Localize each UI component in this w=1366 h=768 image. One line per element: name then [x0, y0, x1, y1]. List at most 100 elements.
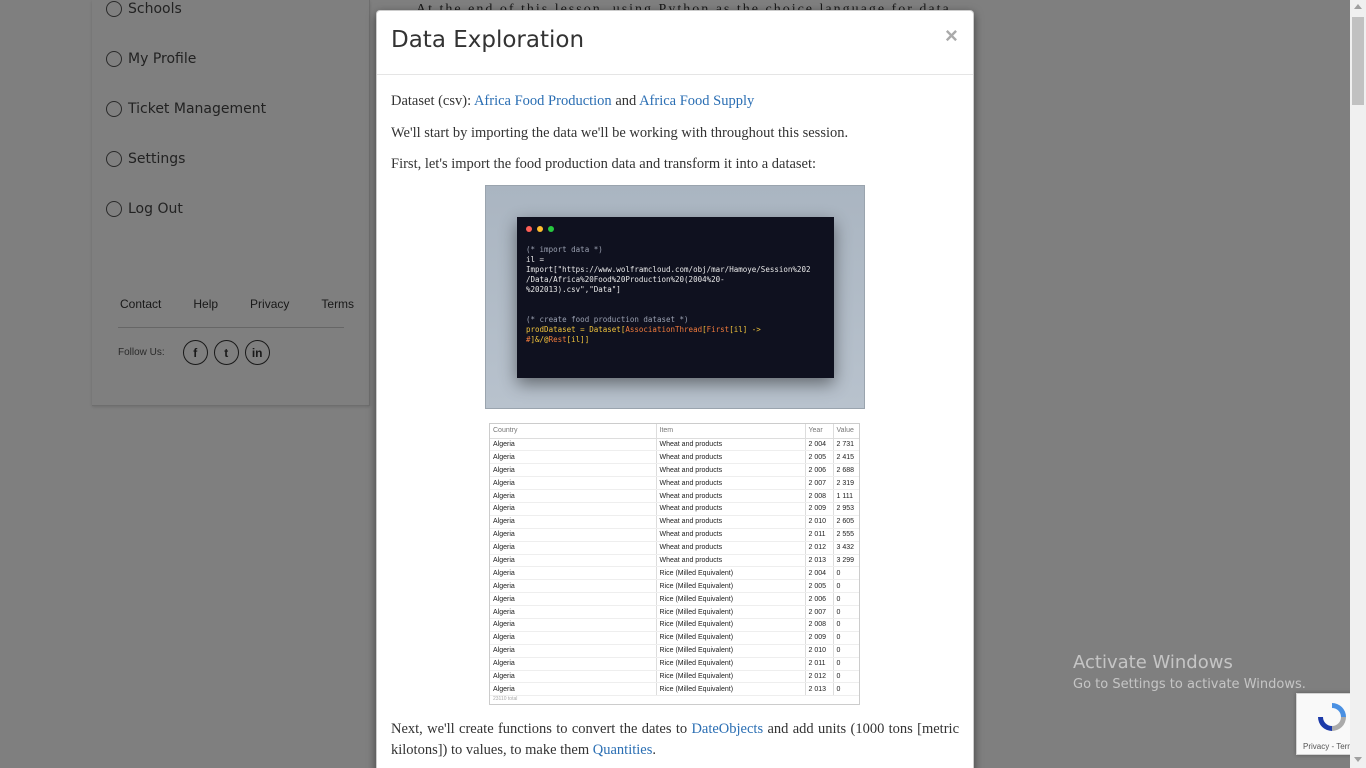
cell-value: 3 432 — [833, 541, 859, 555]
modal-title: Data Exploration — [391, 27, 585, 53]
cell-value: 0 — [833, 631, 859, 645]
cell-item: Rice (Milled Equivalent) — [656, 605, 806, 619]
cell-year: 2 007 — [805, 605, 834, 619]
cell-year: 2 004 — [805, 438, 834, 452]
table-row: Algeria Wheat and products 2 012 3 432 — [490, 541, 859, 555]
table-row: Algeria Wheat and products 2 011 2 555 — [490, 528, 859, 542]
cell-value: 0 — [833, 618, 859, 632]
cell-item: Rice (Milled Equivalent) — [656, 670, 806, 684]
paragraph-text: . — [652, 742, 656, 758]
table-row: Algeria Rice (Milled Equivalent) 2 011 0 — [490, 657, 859, 671]
table-row: Algeria Rice (Milled Equivalent) 2 013 0 — [490, 682, 859, 697]
table-row: Algeria Wheat and products 2 009 2 953 — [490, 502, 859, 516]
cell-year: 2 005 — [805, 450, 834, 465]
cell-value: 0 — [833, 566, 859, 581]
cell-country: Algeria — [490, 592, 657, 607]
cell-year: 2 008 — [805, 489, 834, 503]
link-africa-food-production[interactable]: Africa Food Production — [474, 93, 612, 109]
cell-item: Wheat and products — [656, 528, 806, 542]
close-icon[interactable]: × — [945, 23, 958, 49]
cell-country: Algeria — [490, 438, 657, 452]
link-dateobjects[interactable]: DateObjects — [691, 721, 763, 737]
close-dot-icon — [526, 226, 532, 232]
cell-country: Algeria — [490, 682, 657, 697]
code-token: prodDataset = — [526, 325, 590, 334]
column-header-item: Item — [656, 424, 806, 439]
cell-value: 2 415 — [833, 450, 859, 465]
column-header-country: Country — [490, 424, 657, 439]
cell-country: Algeria — [490, 528, 657, 542]
scrollbar-thumb[interactable] — [1352, 17, 1364, 105]
cell-country: Algeria — [490, 463, 657, 478]
dataset-table: Country Item Year Value Algeria Wheat and… — [490, 424, 859, 697]
paragraph-text: Next, we'll create functions to convert … — [391, 721, 688, 737]
table-row: Algeria Rice (Milled Equivalent) 2 004 0 — [490, 566, 859, 581]
cell-country: Algeria — [490, 644, 657, 658]
cell-country: Algeria — [490, 631, 657, 645]
cell-value: 3 299 — [833, 554, 859, 568]
modal-header: Data Exploration × — [377, 11, 973, 75]
table-row: Algeria Rice (Milled Equivalent) 2 007 0 — [490, 605, 859, 619]
cell-year: 2 011 — [805, 528, 834, 542]
cell-item: Rice (Milled Equivalent) — [656, 579, 806, 594]
cell-value: 2 555 — [833, 528, 859, 542]
cell-country: Algeria — [490, 657, 657, 671]
paragraph-import: We'll start by importing the data we'll … — [391, 125, 849, 141]
code-token: First — [706, 325, 730, 334]
code-line: /Data/Africa%20Food%20Production%20(2004… — [526, 275, 725, 284]
minimize-dot-icon — [537, 226, 543, 232]
cell-value: 0 — [833, 579, 859, 594]
cell-item: Wheat and products — [656, 502, 806, 516]
code-line: Import["https://www.wolframcloud.com/obj… — [526, 265, 811, 274]
cell-value: 0 — [833, 657, 859, 671]
link-africa-food-supply[interactable]: Africa Food Supply — [639, 93, 754, 109]
code-screenshot: (* import data *) il = Import["https://w… — [485, 185, 865, 409]
code-comment: (* create food production dataset *) — [526, 315, 689, 324]
table-row: Algeria Rice (Milled Equivalent) 2 005 0 — [490, 579, 859, 594]
table-row: Algeria Wheat and products 2 006 2 688 — [490, 463, 859, 478]
cell-value: 0 — [833, 670, 859, 684]
dataset-line: Dataset (csv): Africa Food Production an… — [391, 93, 754, 110]
cell-year: 2 010 — [805, 644, 834, 658]
cell-year: 2 007 — [805, 476, 834, 491]
cell-country: Algeria — [490, 554, 657, 568]
cell-item: Wheat and products — [656, 476, 806, 491]
cell-year: 2 013 — [805, 554, 834, 568]
cell-item: Wheat and products — [656, 489, 806, 503]
table-row: Algeria Rice (Milled Equivalent) 2 012 0 — [490, 670, 859, 684]
scroll-up-icon[interactable] — [1354, 4, 1362, 9]
code-comment: (* import data *) — [526, 245, 603, 254]
cell-country: Algeria — [490, 541, 657, 555]
column-header-year: Year — [805, 424, 834, 439]
cell-year: 2 005 — [805, 579, 834, 594]
cell-value: 2 688 — [833, 463, 859, 478]
data-exploration-modal: Data Exploration × Dataset (csv): Africa… — [376, 10, 974, 768]
code-token: AssociationThread — [625, 325, 703, 334]
code-line: %202013).csv","Data"] — [526, 285, 621, 294]
cell-year: 2 004 — [805, 566, 834, 581]
cell-country: Algeria — [490, 476, 657, 491]
cell-value: 2 319 — [833, 476, 859, 491]
page-scrollbar[interactable] — [1350, 0, 1366, 768]
window-controls — [526, 226, 559, 232]
paragraph-first: First, let's import the food production … — [391, 156, 817, 172]
table-body: Algeria Wheat and products 2 004 2 731 Alger… — [490, 438, 859, 697]
cell-year: 2 009 — [805, 631, 834, 645]
cell-country: Algeria — [490, 515, 657, 529]
link-quantities[interactable]: Quantities — [593, 742, 653, 758]
cell-country: Algeria — [490, 566, 657, 581]
and-text: and — [615, 93, 637, 109]
code-token: [il] -> — [729, 325, 761, 334]
cell-item: Rice (Milled Equivalent) — [656, 631, 806, 645]
code-token: ]&/@ — [530, 335, 549, 344]
table-header-row: Country Item Year Value — [490, 424, 859, 439]
cell-item: Wheat and products — [656, 554, 806, 568]
dataset-table-image: Country Item Year Value Algeria Wheat and… — [489, 423, 860, 705]
cell-item: Wheat and products — [656, 541, 806, 555]
cell-value: 0 — [833, 644, 859, 658]
code-window: (* import data *) il = Import["https://w… — [517, 217, 834, 378]
cell-value: 2 731 — [833, 438, 859, 452]
table-row: Algeria Wheat and products 2 007 2 319 — [490, 476, 859, 491]
cell-value: 2 953 — [833, 502, 859, 516]
scroll-down-icon[interactable] — [1354, 757, 1362, 762]
